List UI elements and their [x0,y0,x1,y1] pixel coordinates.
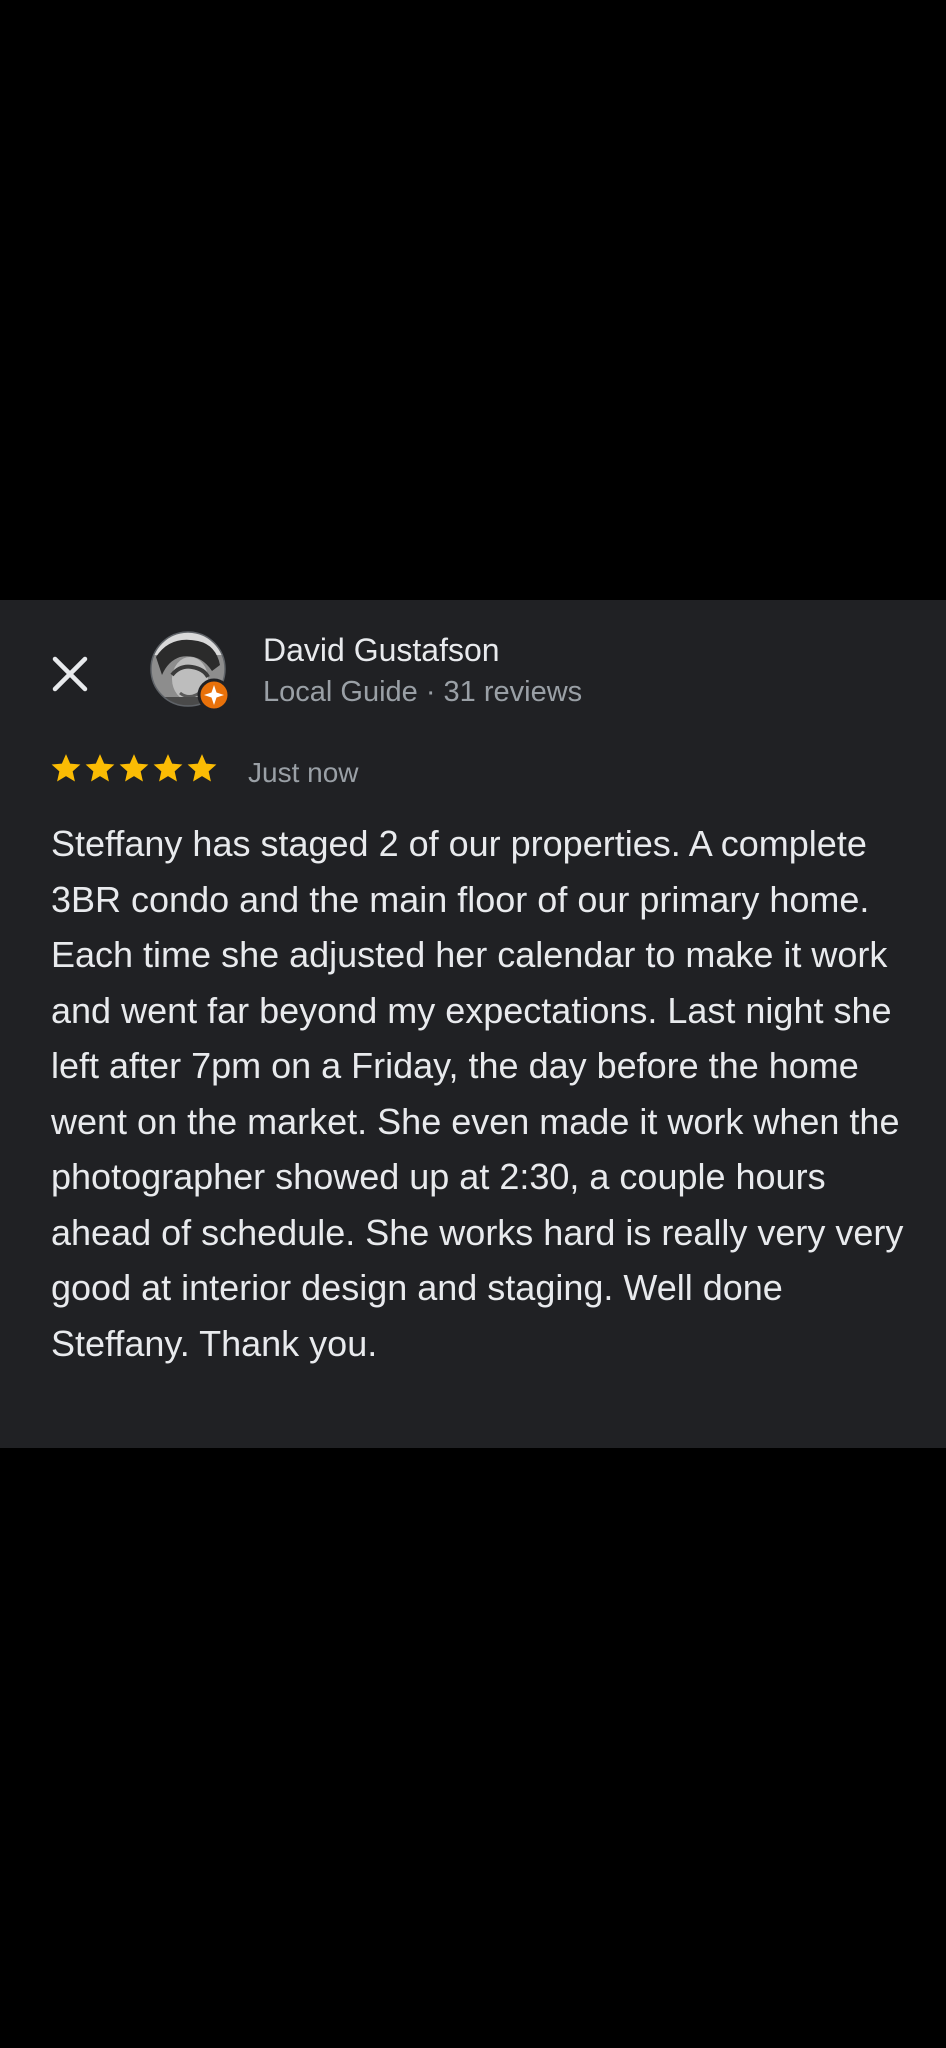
star-icon [153,754,183,782]
star-icon [85,754,115,782]
reviewer-name[interactable]: David Gustafson [263,632,500,669]
close-icon [52,656,88,692]
reviewer-meta[interactable]: Local Guide · 31 reviews [263,676,582,709]
star-rating [50,752,218,784]
star-icon [51,754,81,782]
close-button[interactable] [44,648,96,700]
local-guide-badge-icon [197,678,231,712]
star-icon [119,754,149,782]
avatar[interactable] [150,631,232,713]
review-time: Just now [248,757,359,788]
review-text: Steffany has staged 2 of our properties.… [51,823,904,1364]
star-icon [187,754,217,782]
